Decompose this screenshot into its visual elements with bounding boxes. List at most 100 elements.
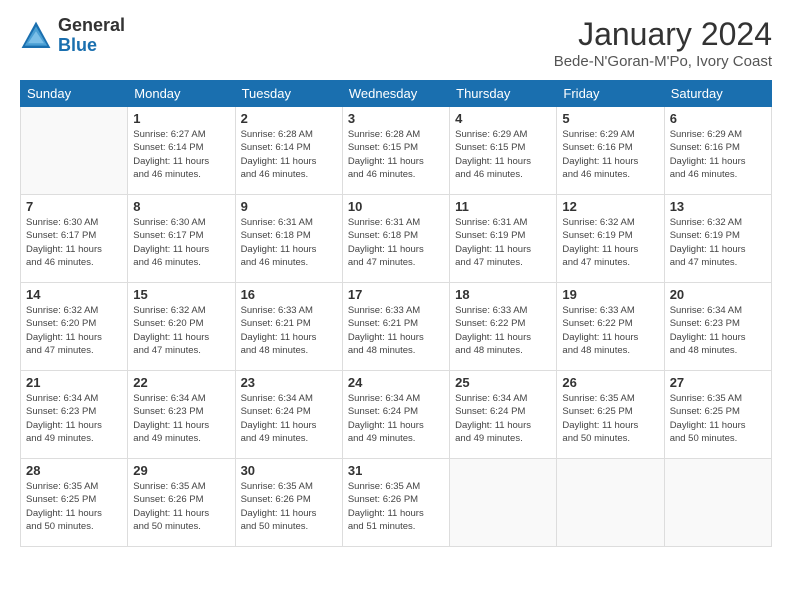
table-row: 21 Sunrise: 6:34 AMSunset: 6:23 PMDayligh…: [21, 371, 128, 459]
table-row: 15 Sunrise: 6:32 AMSunset: 6:20 PMDayligh…: [128, 283, 235, 371]
day-info: Sunrise: 6:35 AMSunset: 6:25 PMDaylight:…: [26, 480, 122, 533]
calendar-week-row: 7 Sunrise: 6:30 AMSunset: 6:17 PMDaylight…: [21, 195, 772, 283]
day-number: 19: [562, 287, 658, 302]
header-saturday: Saturday: [664, 81, 771, 107]
table-row: 8Sunrise: 6:30 AMSunset: 6:17 PMDaylight…: [128, 195, 235, 283]
day-number: 22: [133, 375, 229, 390]
table-row: 25Sunrise: 6:34 AMSunset: 6:24 PMDayligh…: [450, 371, 557, 459]
day-info: Sunrise: 6:30 AMSunset: 6:17 PMDaylight:…: [26, 216, 122, 269]
table-row: 2 Sunrise: 6:28 AMSunset: 6:14 PMDaylight…: [235, 107, 342, 195]
table-row: [21, 107, 128, 195]
table-row: 7 Sunrise: 6:30 AMSunset: 6:17 PMDaylight…: [21, 195, 128, 283]
table-row: 26Sunrise: 6:35 AMSunset: 6:25 PMDayligh…: [557, 371, 664, 459]
day-number: 6: [670, 111, 766, 126]
logo-icon: [20, 20, 52, 52]
table-row: 28 Sunrise: 6:35 AMSunset: 6:25 PMDayligh…: [21, 459, 128, 547]
header-monday: Monday: [128, 81, 235, 107]
day-info: Sunrise: 6:32 AMSunset: 6:20 PMDaylight:…: [26, 304, 122, 357]
day-info: Sunrise: 6:34 AMSunset: 6:23 PMDaylight:…: [133, 392, 229, 445]
table-row: 11 Sunrise: 6:31 AMSunset: 6:19 PMDayligh…: [450, 195, 557, 283]
day-number: 28: [26, 463, 122, 478]
weekday-header-row: Sunday Monday Tuesday Wednesday Thursday…: [21, 81, 772, 107]
table-row: [557, 459, 664, 547]
day-info: Sunrise: 6:35 AMSunset: 6:26 PMDaylight:…: [241, 480, 337, 533]
table-row: 27 Sunrise: 6:35 AMSunset: 6:25 PMDayligh…: [664, 371, 771, 459]
day-info: Sunrise: 6:31 AMSunset: 6:18 PMDaylight:…: [348, 216, 444, 269]
table-row: 30Sunrise: 6:35 AMSunset: 6:26 PMDayligh…: [235, 459, 342, 547]
table-row: 16 Sunrise: 6:33 AMSunset: 6:21 PMDayligh…: [235, 283, 342, 371]
day-number: 24: [348, 375, 444, 390]
calendar-container: General Blue January 2024 Bede-N'Goran-M…: [0, 0, 792, 557]
table-row: 12Sunrise: 6:32 AMSunset: 6:19 PMDayligh…: [557, 195, 664, 283]
day-number: 26: [562, 375, 658, 390]
day-info: Sunrise: 6:33 AMSunset: 6:21 PMDaylight:…: [241, 304, 337, 357]
day-info: Sunrise: 6:35 AMSunset: 6:25 PMDaylight:…: [670, 392, 766, 445]
header-wednesday: Wednesday: [342, 81, 449, 107]
day-number: 29: [133, 463, 229, 478]
header-friday: Friday: [557, 81, 664, 107]
day-number: 21: [26, 375, 122, 390]
table-row: 4 Sunrise: 6:29 AMSunset: 6:15 PMDaylight…: [450, 107, 557, 195]
day-info: Sunrise: 6:34 AMSunset: 6:23 PMDaylight:…: [26, 392, 122, 445]
logo-general-text: General: [58, 16, 125, 36]
table-row: 1Sunrise: 6:27 AMSunset: 6:14 PMDaylight…: [128, 107, 235, 195]
day-number: 4: [455, 111, 551, 126]
day-info: Sunrise: 6:32 AMSunset: 6:19 PMDaylight:…: [670, 216, 766, 269]
day-info: Sunrise: 6:34 AMSunset: 6:24 PMDaylight:…: [241, 392, 337, 445]
day-info: Sunrise: 6:29 AMSunset: 6:15 PMDaylight:…: [455, 128, 551, 181]
day-number: 7: [26, 199, 122, 214]
logo-text: General Blue: [58, 16, 125, 56]
day-info: Sunrise: 6:35 AMSunset: 6:26 PMDaylight:…: [348, 480, 444, 533]
calendar-week-row: 1Sunrise: 6:27 AMSunset: 6:14 PMDaylight…: [21, 107, 772, 195]
calendar-week-row: 28 Sunrise: 6:35 AMSunset: 6:25 PMDayligh…: [21, 459, 772, 547]
calendar-header: General Blue January 2024 Bede-N'Goran-M…: [20, 16, 772, 70]
day-number: 17: [348, 287, 444, 302]
day-number: 27: [670, 375, 766, 390]
day-number: 5: [562, 111, 658, 126]
day-info: Sunrise: 6:28 AMSunset: 6:15 PMDaylight:…: [348, 128, 444, 181]
day-info: Sunrise: 6:31 AMSunset: 6:19 PMDaylight:…: [455, 216, 551, 269]
day-number: 2: [241, 111, 337, 126]
day-number: 23: [241, 375, 337, 390]
calendar-table: Sunday Monday Tuesday Wednesday Thursday…: [20, 80, 772, 547]
day-number: 11: [455, 199, 551, 214]
day-info: Sunrise: 6:32 AMSunset: 6:20 PMDaylight:…: [133, 304, 229, 357]
day-number: 15: [133, 287, 229, 302]
day-number: 8: [133, 199, 229, 214]
day-info: Sunrise: 6:29 AMSunset: 6:16 PMDaylight:…: [670, 128, 766, 181]
day-info: Sunrise: 6:34 AMSunset: 6:24 PMDaylight:…: [348, 392, 444, 445]
table-row: 13 Sunrise: 6:32 AMSunset: 6:19 PMDayligh…: [664, 195, 771, 283]
day-info: Sunrise: 6:31 AMSunset: 6:18 PMDaylight:…: [241, 216, 337, 269]
day-number: 16: [241, 287, 337, 302]
logo-blue-text: Blue: [58, 36, 125, 56]
table-row: 22 Sunrise: 6:34 AMSunset: 6:23 PMDayligh…: [128, 371, 235, 459]
table-row: 3 Sunrise: 6:28 AMSunset: 6:15 PMDaylight…: [342, 107, 449, 195]
day-number: 18: [455, 287, 551, 302]
table-row: [664, 459, 771, 547]
table-row: 9Sunrise: 6:31 AMSunset: 6:18 PMDaylight…: [235, 195, 342, 283]
table-row: 23 Sunrise: 6:34 AMSunset: 6:24 PMDayligh…: [235, 371, 342, 459]
table-row: 18 Sunrise: 6:33 AMSunset: 6:22 PMDayligh…: [450, 283, 557, 371]
day-info: Sunrise: 6:33 AMSunset: 6:22 PMDaylight:…: [455, 304, 551, 357]
day-info: Sunrise: 6:34 AMSunset: 6:24 PMDaylight:…: [455, 392, 551, 445]
table-row: 6 Sunrise: 6:29 AMSunset: 6:16 PMDaylight…: [664, 107, 771, 195]
table-row: 20Sunrise: 6:34 AMSunset: 6:23 PMDayligh…: [664, 283, 771, 371]
day-number: 31: [348, 463, 444, 478]
day-info: Sunrise: 6:28 AMSunset: 6:14 PMDaylight:…: [241, 128, 337, 181]
day-number: 10: [348, 199, 444, 214]
day-info: Sunrise: 6:29 AMSunset: 6:16 PMDaylight:…: [562, 128, 658, 181]
table-row: [450, 459, 557, 547]
day-number: 3: [348, 111, 444, 126]
day-info: Sunrise: 6:33 AMSunset: 6:21 PMDaylight:…: [348, 304, 444, 357]
day-number: 12: [562, 199, 658, 214]
day-info: Sunrise: 6:35 AMSunset: 6:26 PMDaylight:…: [133, 480, 229, 533]
calendar-week-row: 14Sunrise: 6:32 AMSunset: 6:20 PMDayligh…: [21, 283, 772, 371]
day-number: 13: [670, 199, 766, 214]
header-sunday: Sunday: [21, 81, 128, 107]
header-thursday: Thursday: [450, 81, 557, 107]
table-row: 17 Sunrise: 6:33 AMSunset: 6:21 PMDayligh…: [342, 283, 449, 371]
day-number: 20: [670, 287, 766, 302]
table-row: 31 Sunrise: 6:35 AMSunset: 6:26 PMDayligh…: [342, 459, 449, 547]
table-row: 19Sunrise: 6:33 AMSunset: 6:22 PMDayligh…: [557, 283, 664, 371]
month-title: January 2024: [554, 16, 772, 53]
